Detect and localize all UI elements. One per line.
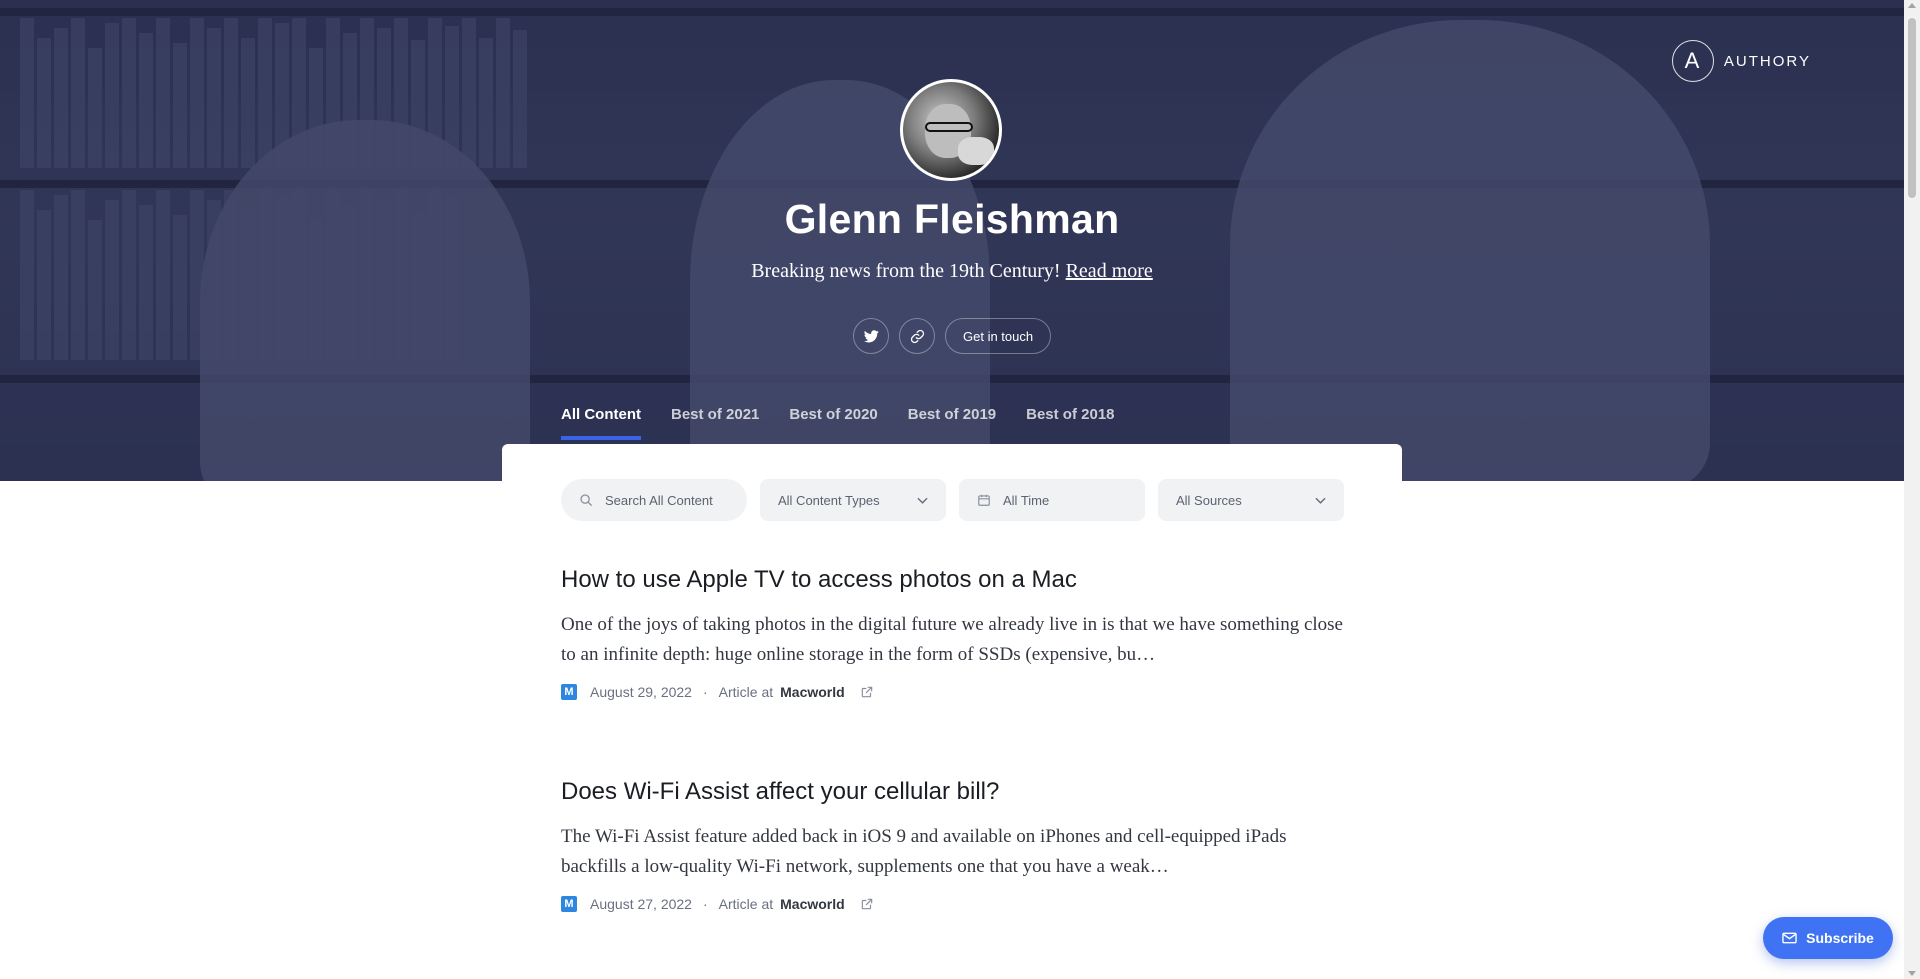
website-link-button[interactable]	[899, 318, 935, 354]
open-article-button[interactable]	[860, 685, 874, 699]
article-title[interactable]: Does Wi-Fi Assist affect your cellular b…	[561, 778, 1343, 806]
article-excerpt: One of the joys of taking photos in the …	[561, 614, 1343, 665]
tab-best-of-2021[interactable]: Best of 2021	[671, 406, 759, 440]
search-input[interactable]: Search All Content	[561, 479, 747, 521]
article-source: Macworld	[780, 684, 845, 700]
article-item: How to use Apple TV to access photos on …	[561, 566, 1343, 700]
search-placeholder: Search All Content	[605, 492, 713, 508]
tab-best-of-2018[interactable]: Best of 2018	[1026, 406, 1114, 440]
authory-logo-icon: A	[1671, 40, 1714, 82]
scroll-down-icon[interactable]	[1908, 971, 1916, 976]
chevron-down-icon	[1315, 497, 1326, 504]
article-excerpt: The Wi-Fi Assist feature added back in i…	[561, 826, 1287, 877]
authory-brand[interactable]: A AUTHORY	[1671, 40, 1811, 82]
mail-icon	[1782, 932, 1797, 944]
content-tabs: All Content Best of 2021 Best of 2020 Be…	[561, 406, 1115, 440]
profile-tagline: Breaking news from the 19th Century! Rea…	[0, 260, 1904, 283]
tab-best-of-2019[interactable]: Best of 2019	[908, 406, 996, 440]
macworld-logo-icon: M	[561, 684, 577, 700]
get-in-touch-button[interactable]: Get in touch	[945, 318, 1052, 354]
macworld-logo-icon: M	[561, 896, 577, 912]
external-link-icon	[861, 686, 872, 698]
avatar	[900, 79, 1002, 181]
tagline-text: Breaking news from the 19th Century!	[751, 260, 1061, 282]
subscribe-label: Subscribe	[1806, 930, 1874, 946]
profile-name: Glenn Fleishman	[784, 196, 1120, 242]
chevron-down-icon	[917, 497, 928, 504]
meta-separator: ·	[702, 684, 708, 700]
subscribe-button[interactable]: Subscribe	[1763, 917, 1893, 959]
scrollbar-thumb[interactable]	[1908, 18, 1916, 198]
open-article-button[interactable]	[860, 897, 874, 911]
search-icon	[580, 494, 592, 506]
tab-best-of-2020[interactable]: Best of 2020	[789, 406, 877, 440]
brand-name: AUTHORY	[1723, 52, 1811, 70]
content-types-value: All Content Types	[778, 492, 880, 508]
scroll-up-icon[interactable]	[1908, 3, 1916, 8]
article-meta: M August 29, 2022 · Article at Macworld	[561, 684, 1343, 700]
article-title[interactable]: How to use Apple TV to access photos on …	[561, 566, 1343, 594]
article-date: August 27, 2022	[590, 896, 692, 912]
link-icon	[910, 329, 924, 343]
time-range-picker[interactable]: All Time	[959, 479, 1145, 521]
article-source: Macworld	[780, 896, 845, 912]
article-item: Does Wi-Fi Assist affect your cellular b…	[561, 778, 1343, 912]
hero-banner: A AUTHORY Glenn Fleishman Breaking news …	[0, 0, 1904, 481]
article-type: Article at	[718, 684, 774, 700]
calendar-icon	[978, 494, 990, 506]
sources-value: All Sources	[1176, 492, 1242, 508]
article-date: August 29, 2022	[590, 684, 692, 700]
meta-separator: ·	[702, 896, 708, 912]
page-scrollbar[interactable]	[1904, 0, 1920, 979]
time-range-value: All Time	[1003, 492, 1050, 508]
read-more-link[interactable]: Read more	[1066, 260, 1153, 282]
article-type: Article at	[718, 896, 774, 912]
article-meta: M August 27, 2022 · Article at Macworld	[561, 896, 1343, 912]
twitter-icon	[863, 329, 879, 342]
tab-all-content[interactable]: All Content	[561, 406, 641, 440]
content-types-dropdown[interactable]: All Content Types	[760, 479, 946, 521]
sources-dropdown[interactable]: All Sources	[1158, 479, 1344, 521]
twitter-button[interactable]	[853, 318, 889, 354]
social-links: Get in touch	[853, 318, 1052, 354]
external-link-icon	[861, 898, 872, 910]
filter-bar: Search All Content All Content Types All…	[561, 479, 1344, 521]
